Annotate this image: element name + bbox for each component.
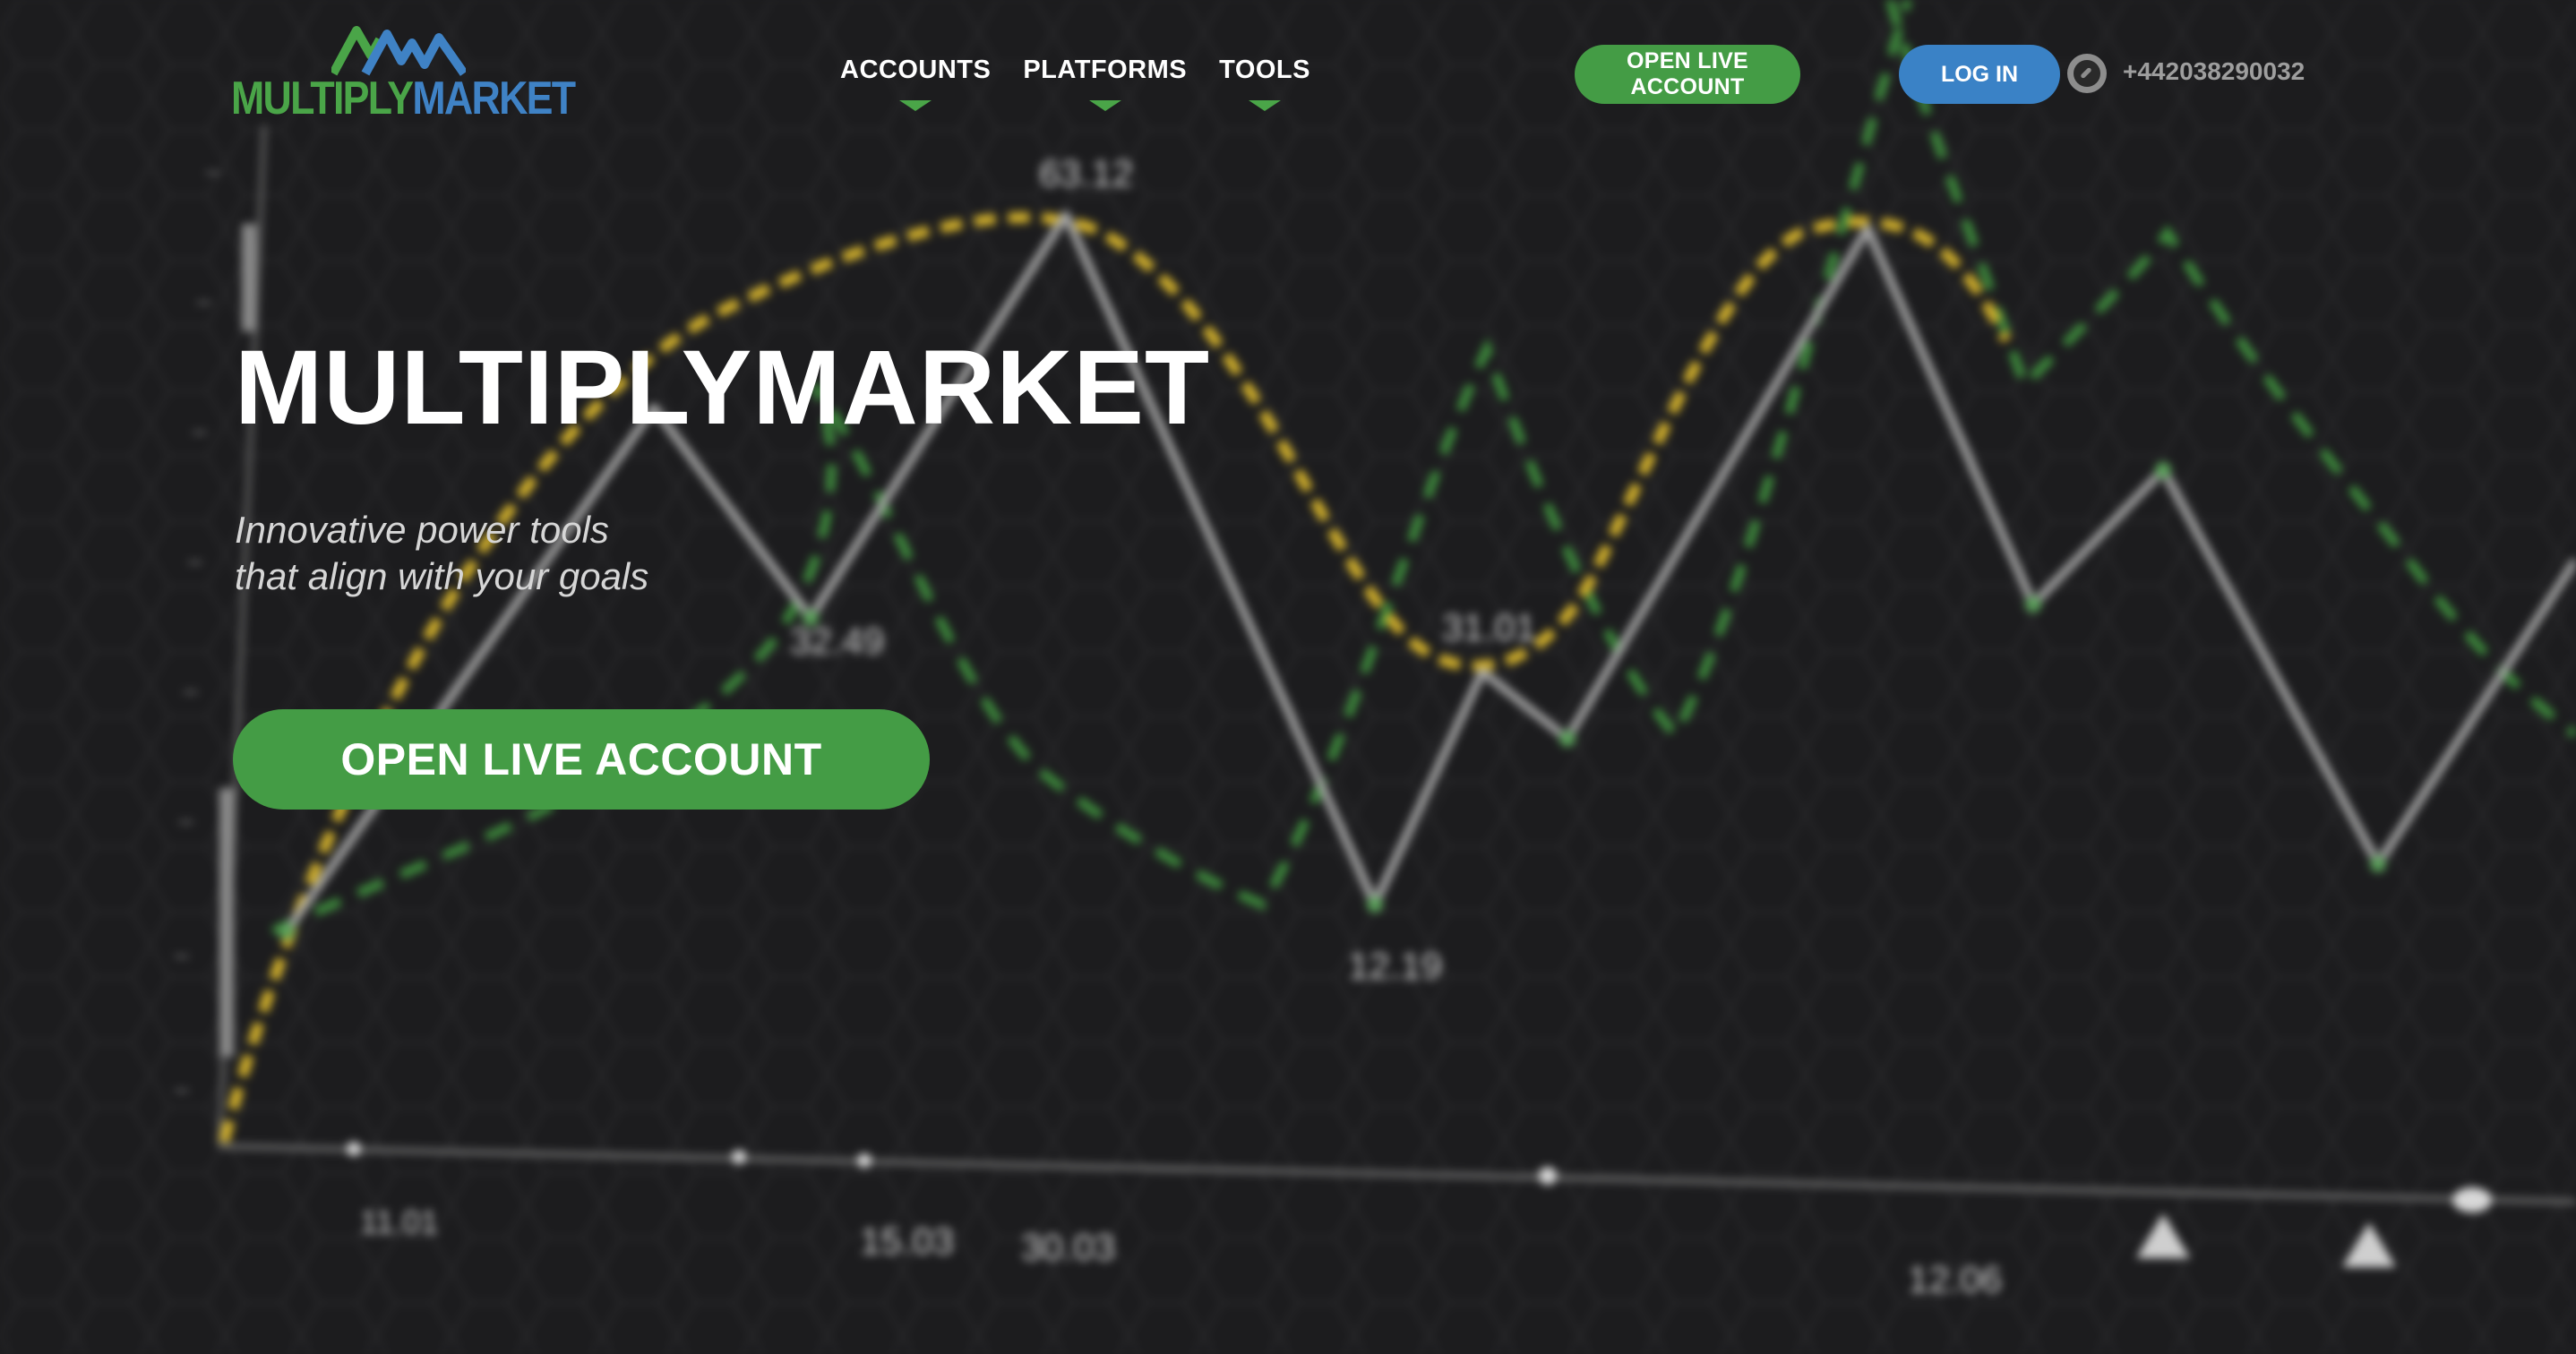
y-axis-bar [219, 788, 234, 1057]
nav-item-platforms[interactable]: PLATFORMS [1023, 56, 1188, 111]
hero-subtitle: Innovative power tools that align with y… [235, 507, 951, 600]
svg-text:‒: ‒ [206, 157, 220, 184]
y-axis-bar [242, 224, 256, 331]
main-nav: ACCOUNTS PLATFORMS TOOLS [840, 56, 1310, 111]
hero-subtitle-line2: that align with your goals [235, 555, 649, 597]
hero-subtitle-line1: Innovative power tools [235, 509, 609, 551]
nav-item-label: TOOLS [1219, 56, 1310, 84]
chart-point-label: 63.12 [1039, 152, 1133, 194]
login-button[interactable]: LOG IN [1899, 45, 2060, 104]
nav-item-label: ACCOUNTS [840, 56, 992, 84]
caret-down-icon [1249, 100, 1282, 111]
brand-wordmark-part1: MULTIPLY [231, 73, 414, 124]
nav-item-accounts[interactable]: ACCOUNTS [840, 56, 992, 111]
nav-item-tools[interactable]: TOOLS [1219, 56, 1310, 111]
chart-point-label: 12.19 [1348, 945, 1442, 987]
chart-point-label: 32.49 [790, 620, 884, 662]
svg-text:‒: ‒ [197, 287, 211, 314]
background-chart: ‒ ‒ ‒ ‒ ‒ ‒ ‒ ‒ 63.12 32.49 31.01 12.19 … [0, 0, 2576, 1354]
caret-down-icon [899, 100, 932, 111]
mountain-logo-icon [331, 26, 466, 76]
chart-date-label: 15.03 [860, 1220, 954, 1262]
svg-text:‒: ‒ [175, 940, 189, 968]
phone-icon[interactable] [2067, 54, 2107, 93]
svg-text:‒: ‒ [188, 546, 202, 574]
brand-wordmark: MULTIPLYMARKET [231, 73, 576, 124]
svg-text:‒: ‒ [193, 416, 207, 444]
chart-date-label: 11.01 [360, 1204, 438, 1240]
hero-open-live-account-button[interactable]: OPEN LIVE ACCOUNT [233, 709, 930, 810]
nav-item-label: PLATFORMS [1023, 56, 1188, 84]
phone-number[interactable]: +442038290032 [2123, 57, 2305, 86]
brand-logo[interactable]: MULTIPLYMARKET [231, 25, 576, 124]
chart-date-label: 30.03 [1021, 1226, 1115, 1268]
svg-text:‒: ‒ [179, 806, 193, 834]
brand-wordmark-part2: MARKET [412, 73, 576, 124]
svg-text:‒: ‒ [184, 676, 198, 704]
svg-text:‒: ‒ [175, 1075, 189, 1102]
caret-down-icon [1088, 100, 1121, 111]
header-open-live-account-button[interactable]: OPEN LIVE ACCOUNT [1575, 45, 1800, 104]
hero-title: MULTIPLYMARKET [235, 329, 1211, 447]
chart-date-label: 12.06 [1908, 1258, 2002, 1300]
chart-point-label: 31.01 [1442, 606, 1536, 648]
